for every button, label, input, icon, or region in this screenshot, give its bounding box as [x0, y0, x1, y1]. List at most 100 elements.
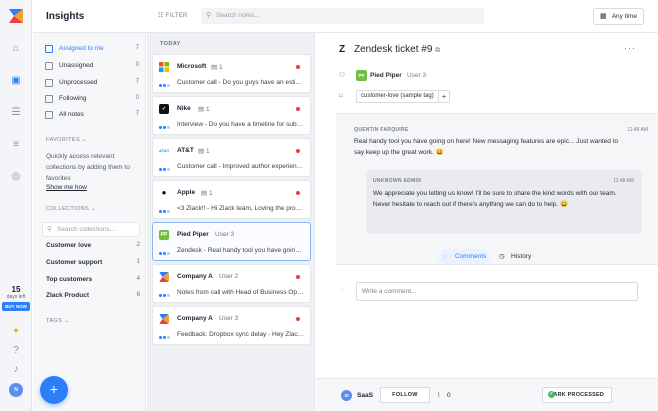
note-icon: ▤ — [198, 106, 206, 113]
card-note-count: ▤ 1 — [211, 63, 223, 71]
user-name[interactable]: User 3 — [407, 72, 426, 79]
card-snippet: Zendesk - Real handy tool you have going… — [177, 247, 305, 254]
collection-item[interactable]: Zlack Product 6 — [46, 292, 140, 299]
attachment-icon[interactable]: ⌇ — [437, 391, 440, 399]
mark-processed-label: MARK PROCESSED — [548, 392, 604, 398]
unread-dot — [296, 191, 300, 195]
comment-placeholder: Write a comment... — [362, 288, 417, 295]
collections-search-input[interactable]: ⚲ Search collections... — [42, 222, 140, 237]
collections-header[interactable]: COLLECTIONS ⌄ — [46, 206, 96, 212]
note-card[interactable]: PP Pied Piper User 3 Zendesk - Real hand… — [152, 222, 311, 261]
note-icon: ▤ — [211, 64, 219, 71]
tab-history[interactable]: ◷ History — [494, 249, 542, 264]
unread-dot — [296, 107, 300, 111]
conversation: QUENTIN FARQUIRE 11:48 AM Real handy too… — [336, 113, 658, 265]
filter-button[interactable]: ☷ FILTER — [158, 12, 188, 19]
search-icon: ⚲ — [206, 12, 212, 19]
sidebar-item-unassigned[interactable]: Unassigned 0 — [45, 61, 139, 73]
sparkle-icon[interactable]: ✦ — [9, 325, 23, 339]
note-card[interactable]: AT&T AT&T ▤ 1 Customer call - Improved a… — [152, 138, 311, 177]
time-filter-button[interactable]: ▦ Any time — [593, 8, 644, 25]
pied-piper-logo-icon: PP — [159, 230, 169, 240]
app-logo-icon[interactable] — [9, 9, 23, 23]
note-detail: Z Zendesk ticket #9 ⧉ ··· ⚇ PP Pied Pipe… — [316, 33, 658, 411]
favorites-header[interactable]: FAVORITES ⌄ — [46, 137, 87, 143]
sidebar-item-unprocessed[interactable]: Unprocessed 7 — [45, 78, 139, 90]
note-icon: ▤ — [201, 190, 209, 197]
group-label: TODAY — [160, 41, 181, 47]
company-name[interactable]: Pied Piper — [370, 72, 402, 79]
collection-count: 1 — [136, 259, 140, 265]
comment-input[interactable]: Write a comment... — [356, 282, 638, 301]
chevron-down-icon: ⌄ — [82, 137, 88, 143]
card-note-count: ▤ 1 — [198, 147, 210, 155]
sidebar-item-label: Unassigned — [59, 62, 94, 69]
inbox-icon — [45, 62, 53, 70]
filter-icon: ☷ — [158, 13, 164, 19]
favorites-head-label: FAVORITES — [46, 137, 81, 143]
sidebar-item-following[interactable]: Following 0 — [45, 94, 139, 106]
external-link-icon[interactable]: ⧉ — [435, 47, 440, 54]
company-a-logo-icon — [159, 314, 169, 324]
tag-chip[interactable]: customer-love (sample tag) — [356, 90, 439, 103]
card-note-count: ▤ 1 — [198, 105, 210, 113]
notes-icon[interactable]: ☰ — [9, 106, 23, 120]
detail-footer: SI SaaS FOLLOW ⌇ 0 ✓ MARK PROCESSED — [316, 378, 658, 411]
sidebar-item-assigned[interactable]: Assigned to me 7 — [45, 44, 139, 56]
sidebar-item-count: 0 — [135, 62, 139, 68]
home-icon[interactable]: ⌂ — [9, 42, 23, 56]
progress-dots-icon — [159, 208, 171, 213]
follow-button[interactable]: FOLLOW — [380, 387, 430, 403]
bell-icon[interactable]: ♪ — [9, 363, 23, 377]
sidebar-item-all-notes[interactable]: All notes 7 — [45, 110, 139, 122]
card-user: User 3 — [219, 315, 239, 322]
unread-dot — [296, 317, 300, 321]
assignee-avatar[interactable]: SI — [341, 390, 352, 401]
help-icon[interactable]: ? — [9, 344, 23, 358]
card-snippet: <3 Zlack!! - Hi Zlack team, Loving the p… — [177, 205, 305, 212]
sidebar-item-label: Following — [59, 95, 87, 102]
card-meta: 1 — [205, 148, 210, 155]
more-options-icon[interactable]: ··· — [624, 43, 636, 53]
assignee-name[interactable]: SaaS — [357, 392, 373, 399]
unread-dot — [296, 65, 300, 69]
search-input[interactable]: ⚲ Search notes... — [201, 8, 484, 24]
add-tag-button[interactable]: + — [438, 90, 450, 103]
sidebar-item-count: 0 — [135, 95, 139, 101]
sidebar-item-label: Assigned to me — [59, 45, 104, 52]
inbox-icon — [45, 79, 53, 87]
insights-icon[interactable]: ▣ — [9, 74, 23, 88]
nav-rail: ⌂ ▣ ☰ ≡ ◎ 15 days left BUY NOW ✦ ? ♪ N — [0, 0, 32, 411]
show-me-how-link[interactable]: Show me how — [46, 184, 87, 191]
message-time: 11:48 AM — [613, 178, 634, 184]
tab-comments[interactable]: ◌ Comments — [438, 249, 490, 264]
time-filter-label: Any time — [611, 13, 637, 20]
collection-label: Zlack Product — [46, 292, 89, 299]
search-placeholder: Search notes... — [216, 12, 260, 19]
chevron-down-icon: ⌄ — [91, 206, 97, 212]
note-card[interactable]: ✓ Nike ▤ 1 Interview - Do you have a tim… — [152, 96, 311, 135]
note-card[interactable]: Microsoft ▤ 1 Customer call - Do you guy… — [152, 54, 311, 93]
collection-item[interactable]: Top customers 4 — [46, 276, 140, 283]
buy-now-button[interactable]: BUY NOW — [2, 302, 30, 311]
note-card[interactable]: Company A User 2 Notes from call with He… — [152, 264, 311, 303]
detail-tabs: ◌ Comments ◷ History — [438, 249, 544, 264]
integrations-icon[interactable]: ◎ — [9, 170, 23, 184]
user-avatar[interactable]: N — [9, 383, 23, 397]
mark-processed-button[interactable]: ✓ MARK PROCESSED — [542, 387, 612, 403]
nike-logo-icon: ✓ — [159, 104, 169, 114]
tags-header[interactable]: TAGS ⌄ — [46, 318, 69, 324]
note-card[interactable]: Company A User 3 Feedback: Dropbox sync … — [152, 306, 311, 345]
roadmap-icon[interactable]: ≡ — [9, 138, 23, 152]
trial-indicator: 15 days left BUY NOW — [2, 285, 30, 311]
collection-item[interactable]: Customer support 1 — [46, 259, 140, 266]
card-company: Company A — [177, 273, 213, 280]
sidebar-item-count: 7 — [135, 111, 139, 117]
card-company: Microsoft — [177, 63, 207, 70]
note-card[interactable]: ● Apple ▤ 1 <3 Zlack!! - Hi Zlack team, … — [152, 180, 311, 219]
message-body: Real handy tool you have going on here! … — [354, 138, 619, 156]
collection-item[interactable]: Customer love 2 — [46, 242, 140, 249]
message-author: QUENTIN FARQUIRE — [354, 127, 409, 133]
add-note-button[interactable]: + — [40, 376, 68, 404]
inbox-icon — [45, 95, 53, 103]
